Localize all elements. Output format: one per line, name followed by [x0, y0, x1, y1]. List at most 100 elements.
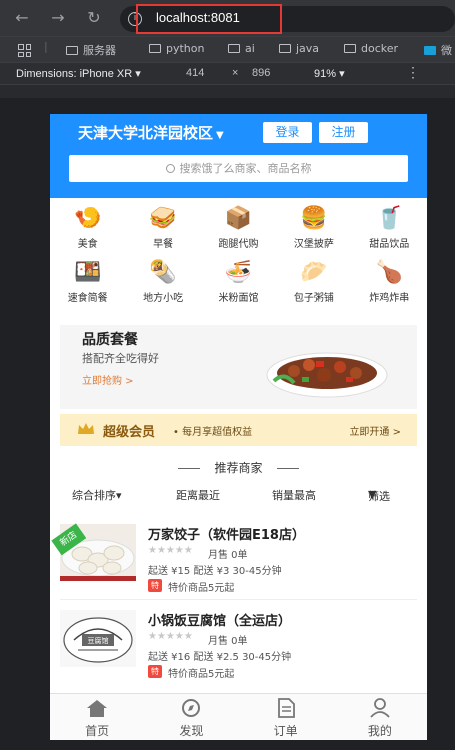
snack-roll-icon: 🌯 — [149, 260, 177, 285]
category-grid: 🍤 美食 🥪 早餐 📦 跑腿代购 🍔 汉堡披萨 🥤 甜品饮品 🍱 速食简餐 🌯 地方小吃 🍜 米… — [50, 206, 427, 306]
special-badge: 特 — [148, 579, 162, 592]
folder-icon — [149, 44, 161, 53]
login-button[interactable]: 登录 — [263, 122, 312, 143]
noodle-bowl-icon: 🍜 — [224, 260, 253, 285]
apps-grid-icon[interactable] — [18, 44, 31, 57]
burger-icon: 🍔 — [300, 206, 328, 231]
banner-title: 品质套餐 — [82, 332, 138, 348]
zoom-select[interactable]: 91% ▾ — [314, 67, 345, 80]
width-input[interactable]: 414 — [186, 67, 204, 79]
dimension-times: × — [232, 67, 239, 79]
browser-toolbar: ← → ↻ i localhost:8081 — [0, 0, 455, 36]
shop-name: 小锅饭豆腐馆（全运店） — [148, 614, 292, 629]
bookmark-folder[interactable]: python — [149, 42, 204, 55]
category-item[interactable]: 🍤 美食 — [50, 206, 125, 252]
fried-chicken-icon: 🍗 — [375, 260, 403, 285]
tab-home[interactable]: 首页 — [50, 694, 144, 740]
category-item[interactable]: 🌯 地方小吃 — [125, 260, 200, 306]
folder-icon — [279, 44, 291, 53]
monthly-sales: 月售 0单 — [208, 636, 248, 647]
order-document-icon — [277, 698, 295, 718]
url-highlight-box — [136, 4, 282, 34]
rating-stars: ★★★★★ — [148, 631, 193, 642]
divider — [60, 599, 417, 600]
breakfast-icon: 🥪 — [149, 206, 177, 231]
sort-comprehensive[interactable]: 综合排序▾ — [72, 487, 122, 503]
folder-icon — [344, 44, 356, 53]
search-input[interactable]: 搜索饿了么商家、商品名称 — [69, 155, 408, 182]
tab-profile[interactable]: 我的 — [333, 694, 427, 740]
category-item[interactable]: 🍔 汉堡披萨 — [276, 206, 351, 252]
height-input[interactable]: 896 — [252, 67, 270, 79]
banner-subtitle: 搭配齐全吃得好 — [82, 352, 159, 365]
errand-box-icon: 📦 — [224, 206, 253, 231]
category-item[interactable]: 🍗 炸鸡炸串 — [352, 260, 427, 306]
bookmark-folder[interactable]: ai — [228, 42, 255, 55]
address-bar[interactable]: i localhost:8081 — [120, 4, 455, 34]
sort-bar: 综合排序▾ 距离最近 销量最高 筛选 ▼ — [72, 487, 390, 503]
back-arrow-icon[interactable]: ← — [12, 8, 32, 28]
promo-text: 特价商品5元起 — [168, 669, 235, 680]
bookmark-item[interactable]: 微 — [424, 42, 452, 58]
shop-name: 万家饺子（软件园E18店） — [148, 528, 305, 543]
sort-distance[interactable]: 距离最近 — [176, 487, 220, 503]
forward-arrow-icon[interactable]: → — [48, 8, 68, 28]
device-select[interactable]: Dimensions: iPhone XR ▾ — [16, 67, 141, 80]
app-header: 天津大学北洋园校区 ▼ 登录 注册 搜索饿了么商家、商品名称 — [50, 114, 427, 198]
monthly-sales: 月售 0单 — [208, 550, 248, 561]
category-item[interactable]: 🍱 速食简餐 — [50, 260, 125, 306]
filter-icon: ▼ — [368, 488, 377, 501]
app-icon — [424, 46, 436, 55]
bookmarks-bar: | 服务器 python ai java docker 微 — [0, 36, 455, 62]
folder-icon — [66, 46, 78, 55]
bookmark-folder[interactable]: java — [279, 42, 319, 55]
vip-title: 超级会员 — [103, 425, 156, 440]
vip-description: • 每月享超值权益 — [173, 427, 253, 438]
compass-icon — [182, 699, 201, 717]
bottom-tab-bar: 首页 发现 订单 我的 — [50, 693, 427, 740]
fried-shrimp-icon: 🍤 — [73, 206, 102, 231]
media-query-bar — [0, 84, 455, 98]
shop-card[interactable]: 新店 万家饺子（软件园E18店） ★★★★★ 月售 0单 起送 ¥15 配送 ¥… — [51, 523, 420, 608]
register-button[interactable]: 注册 — [319, 122, 368, 143]
category-item[interactable]: 📦 跑腿代购 — [201, 206, 276, 252]
search-icon — [165, 164, 175, 173]
caret-down-icon: ▼ — [216, 130, 224, 141]
bookmark-folder[interactable]: 服务器 — [66, 42, 116, 58]
bookmark-separator: | — [44, 40, 48, 53]
super-member-banner[interactable]: 超级会员 • 每月享超值权益 立即开通 > — [60, 414, 417, 446]
more-options-icon[interactable]: ⋮ — [406, 64, 420, 81]
buy-now-link[interactable]: 立即抢购 > — [82, 372, 134, 387]
reload-icon[interactable]: ↻ — [84, 8, 104, 28]
home-icon — [87, 700, 108, 717]
tab-discover[interactable]: 发现 — [144, 694, 238, 740]
sort-sales[interactable]: 销量最高 — [272, 487, 316, 503]
category-item[interactable]: 🍜 米粉面馆 — [201, 260, 276, 306]
open-vip-link[interactable]: 立即开通 > — [349, 423, 401, 438]
tab-orders[interactable]: 订单 — [239, 694, 333, 740]
drink-icon: 🥤 — [375, 206, 403, 231]
category-item[interactable]: 🥟 包子粥铺 — [276, 260, 351, 306]
divider — [178, 468, 201, 469]
device-toolbar: Dimensions: iPhone XR ▾ 414 × 896 91% ▾ … — [0, 62, 455, 84]
shop-card[interactable]: 豆腐馆 小锅饭豆腐馆（全运店） ★★★★★ 月售 0单 起送 ¥16 配送 ¥2… — [60, 610, 420, 694]
bento-icon: 🍱 — [73, 260, 102, 285]
category-item[interactable]: 🥪 早餐 — [125, 206, 200, 252]
recommend-heading: 推荐商家 — [50, 459, 427, 476]
svg-text:豆腐馆: 豆腐馆 — [88, 636, 109, 645]
bookmark-folder[interactable]: docker — [344, 42, 398, 55]
folder-icon — [228, 44, 240, 53]
crown-icon — [78, 423, 94, 434]
mobile-viewport: 天津大学北洋园校区 ▼ 登录 注册 搜索饿了么商家、商品名称 🍤 美食 🥪 早餐 📦 跑… — [50, 114, 427, 740]
user-icon — [370, 698, 390, 718]
special-badge: 特 — [148, 665, 162, 678]
campus-selector[interactable]: 天津大学北洋园校区 ▼ — [78, 122, 224, 143]
rating-stars: ★★★★★ — [148, 545, 193, 556]
dumpling-icon: 🥟 — [300, 260, 328, 285]
skewer-dish-image — [266, 352, 388, 398]
delivery-info: 起送 ¥16 配送 ¥2.5 30-45分钟 — [148, 652, 292, 663]
promo-text: 特价商品5元起 — [168, 583, 235, 594]
divider — [276, 468, 299, 469]
quality-meal-banner[interactable]: 品质套餐 搭配齐全吃得好 立即抢购 > — [60, 325, 417, 409]
category-item[interactable]: 🥤 甜品饮品 — [352, 206, 427, 252]
